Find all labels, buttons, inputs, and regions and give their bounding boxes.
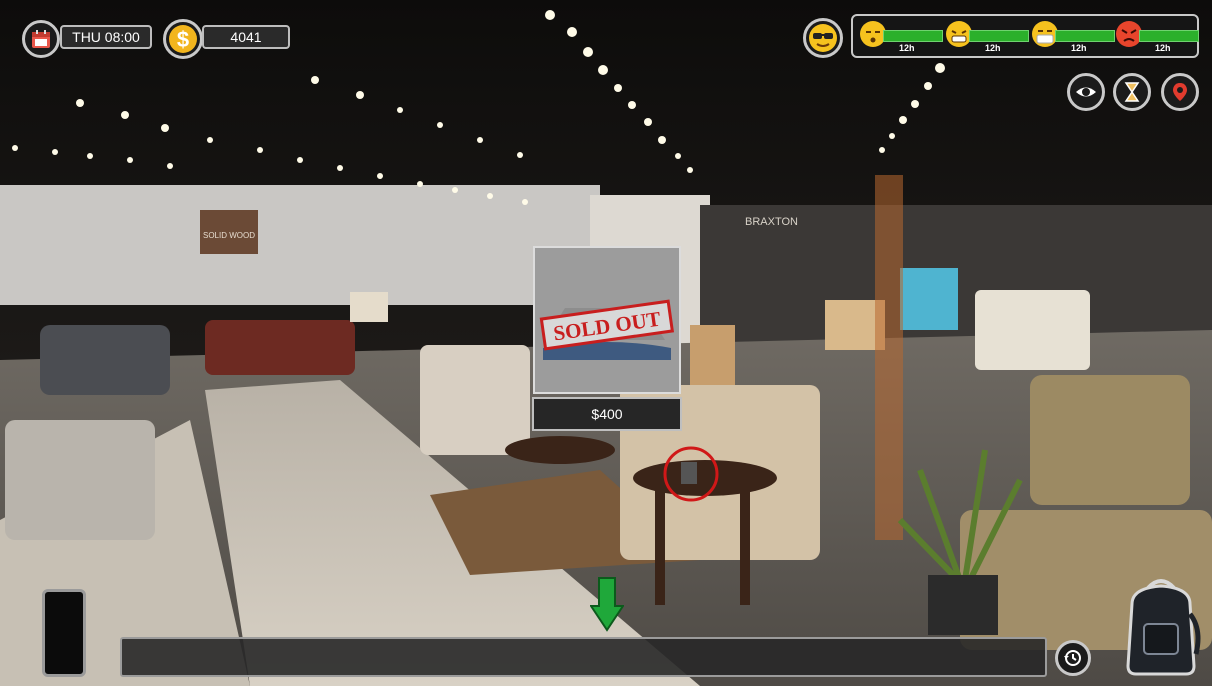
price-text: $400 bbox=[591, 406, 623, 422]
need-anger: 12h bbox=[1115, 20, 1199, 54]
day-time-display: THU 08:00 bbox=[60, 25, 152, 49]
calendar-icon bbox=[32, 30, 50, 48]
need-bar bbox=[969, 30, 1029, 42]
mood-button[interactable] bbox=[803, 18, 843, 58]
money-display: 4041 bbox=[202, 25, 290, 49]
history-button[interactable] bbox=[1055, 640, 1091, 676]
need-time: 12h bbox=[985, 43, 1001, 53]
backpack-icon[interactable] bbox=[1118, 574, 1204, 678]
cool-face-icon bbox=[809, 24, 837, 52]
day-time-text: THU 08:00 bbox=[72, 29, 140, 45]
calendar-button[interactable] bbox=[22, 20, 60, 58]
money-button[interactable]: $ bbox=[163, 19, 203, 59]
item-preview[interactable]: SOLD OUT bbox=[533, 246, 681, 394]
money-text: 4041 bbox=[230, 29, 262, 45]
price-label: $400 bbox=[532, 397, 682, 431]
hourglass-icon bbox=[1124, 82, 1140, 102]
need-time: 12h bbox=[1155, 43, 1171, 53]
sold-out-image: SOLD OUT bbox=[535, 248, 679, 392]
wait-button[interactable] bbox=[1113, 73, 1151, 111]
need-bar bbox=[1055, 30, 1115, 42]
solid-wood-sign-text: SOLID WOOD bbox=[203, 231, 255, 240]
need-sleep: 12h bbox=[859, 20, 943, 54]
need-bar bbox=[1139, 30, 1199, 42]
look-button[interactable] bbox=[1067, 73, 1105, 111]
needs-panel: 12h 12h 12h 12h bbox=[851, 14, 1199, 58]
need-health: 12h bbox=[1031, 20, 1115, 54]
svg-text:$: $ bbox=[177, 27, 189, 52]
phone-icon[interactable] bbox=[42, 589, 86, 677]
down-arrow-icon[interactable] bbox=[590, 576, 624, 632]
message-bar bbox=[120, 637, 1047, 677]
map-button[interactable] bbox=[1161, 73, 1199, 111]
need-time: 12h bbox=[1071, 43, 1087, 53]
need-time: 12h bbox=[899, 43, 915, 53]
need-bar bbox=[883, 30, 943, 42]
need-hunger: 12h bbox=[945, 20, 1029, 54]
braxton-sign-text: BRAXTON bbox=[745, 216, 798, 228]
eye-icon bbox=[1076, 87, 1096, 97]
dollar-coin-icon: $ bbox=[169, 25, 197, 53]
history-icon bbox=[1064, 650, 1081, 666]
map-pin-icon bbox=[1173, 83, 1187, 101]
